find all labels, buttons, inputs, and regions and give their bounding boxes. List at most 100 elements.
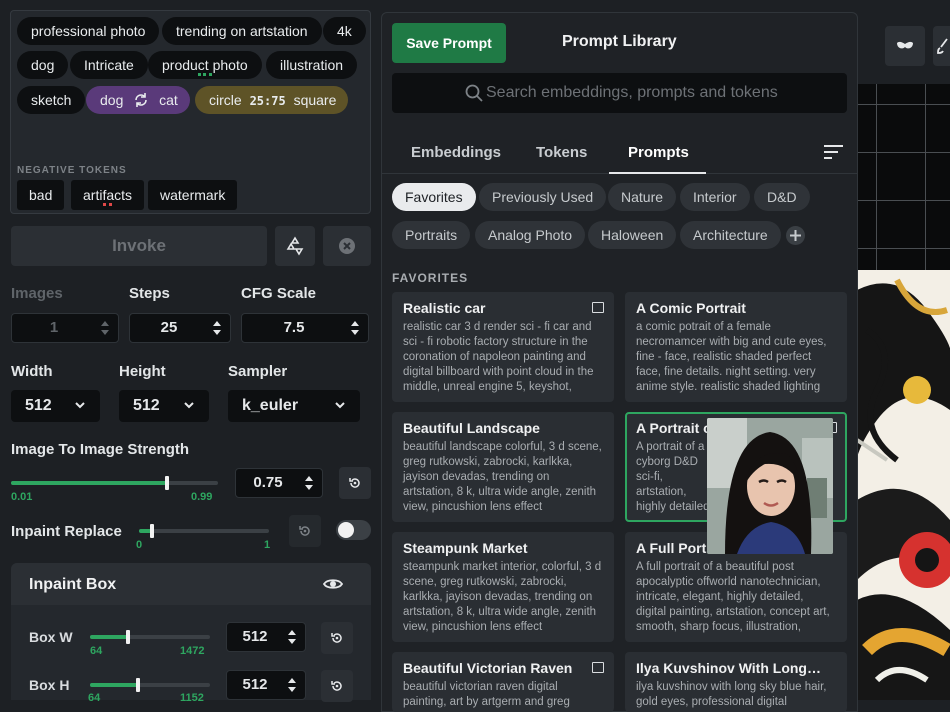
- save-prompt-button[interactable]: Save Prompt: [392, 23, 506, 63]
- inpaint-replace-track[interactable]: [139, 529, 269, 533]
- stepper-icon[interactable]: [212, 320, 222, 336]
- box-w-input[interactable]: 512: [226, 622, 306, 652]
- reset-icon: [299, 526, 310, 536]
- tab-tokens[interactable]: Tokens: [536, 144, 587, 161]
- canvas-toolbar-button[interactable]: [933, 26, 950, 66]
- sort-icon[interactable]: [824, 145, 843, 159]
- img2img-slider-fill: [11, 481, 167, 485]
- stepper-icon[interactable]: [350, 320, 360, 336]
- stepper-icon[interactable]: [287, 629, 297, 645]
- inpaint-replace-toggle[interactable]: [336, 520, 371, 540]
- swap-icon: [135, 93, 148, 107]
- add-filter-button[interactable]: [786, 226, 805, 245]
- height-select[interactable]: 512: [119, 390, 209, 422]
- inpaint-replace-min: 0: [136, 539, 143, 551]
- inpaint-replace-reset-button[interactable]: [289, 515, 321, 547]
- img2img-value: 0.75: [253, 474, 283, 491]
- card-description: realistic car 3 d render sci - fi car an…: [403, 321, 594, 393]
- images-label: Images: [11, 285, 63, 302]
- filter-chip[interactable]: Interior: [680, 183, 750, 211]
- prompt-card[interactable]: Realistic car realistic car 3 d render s…: [392, 292, 614, 402]
- card-description: A portrait of a cyborg D&D sci-fi, artst…: [636, 441, 710, 513]
- recycle-button[interactable]: [275, 226, 315, 266]
- cfg-input[interactable]: 7.5: [241, 313, 369, 343]
- card-description: ilya kuvshinov with long sky blue hair, …: [636, 681, 827, 708]
- box-h-value: 512: [242, 676, 268, 693]
- box-h-thumb[interactable]: [136, 678, 140, 692]
- prompt-card[interactable]: Beautiful Victorian Raven beautiful vict…: [392, 652, 614, 712]
- inpaint-replace-max: 1: [264, 539, 271, 551]
- img2img-slider-thumb[interactable]: [165, 476, 169, 490]
- filter-chip[interactable]: Architecture: [680, 221, 781, 249]
- search-placeholder: Search embeddings, prompts and tokens: [486, 84, 778, 101]
- filter-chip[interactable]: D&D: [754, 183, 810, 211]
- token-chip[interactable]: professional photo: [17, 17, 160, 45]
- card-description: a comic potrait of a female necromamcer …: [636, 321, 827, 393]
- cfg-value: 7.5: [283, 319, 305, 336]
- steps-input[interactable]: 25: [129, 313, 231, 343]
- swap-token[interactable]: dog cat: [86, 86, 190, 114]
- box-h-reset-button[interactable]: [321, 670, 353, 702]
- token-chip[interactable]: dog: [17, 51, 69, 79]
- brush-icon: [937, 38, 948, 54]
- library-title: Prompt Library: [562, 33, 677, 50]
- card-title: Ilya Kuvshinov With Long…: [636, 660, 821, 676]
- prompt-card[interactable]: Steampunk Market steampunk market interi…: [392, 532, 614, 642]
- cancel-button[interactable]: [323, 226, 371, 266]
- width-label: Width: [11, 363, 53, 380]
- token-chip[interactable]: Intricate: [70, 51, 148, 79]
- spell-underline: [103, 203, 112, 206]
- negative-token[interactable]: watermark: [148, 180, 238, 210]
- sampler-label: Sampler: [228, 363, 288, 380]
- blend-token[interactable]: circle 25:75 square: [195, 86, 348, 114]
- box-h-input[interactable]: 512: [226, 670, 306, 700]
- box-w-value: 512: [242, 628, 268, 645]
- blend-from: circle: [209, 92, 242, 108]
- card-title: A Comic Portrait: [636, 300, 746, 316]
- filter-chip[interactable]: Analog Photo: [475, 221, 586, 249]
- plus-icon: [790, 230, 801, 241]
- inpaint-replace-label: Inpaint Replace: [11, 523, 122, 540]
- sampler-select[interactable]: k_euler: [228, 390, 360, 422]
- prompt-card[interactable]: Ilya Kuvshinov With Long… ilya kuvshinov…: [625, 652, 847, 712]
- filter-chip[interactable]: Previously Used: [479, 183, 607, 211]
- box-w-reset-button[interactable]: [321, 622, 353, 654]
- prompt-card[interactable]: Beautiful Landscape beautiful landscape …: [392, 412, 614, 522]
- filter-chip[interactable]: Portraits: [392, 221, 471, 249]
- card-title: Steampunk Market: [403, 540, 528, 556]
- generated-image: [857, 270, 950, 700]
- filter-chip[interactable]: Nature: [608, 183, 677, 211]
- prompt-card[interactable]: A Comic Portrait a comic potrait of a fe…: [625, 292, 847, 402]
- token-chip[interactable]: sketch: [17, 86, 86, 114]
- card-description: A full portrait of a beautiful post apoc…: [636, 561, 830, 633]
- close-circle-icon: [339, 238, 355, 254]
- token-chip[interactable]: illustration: [266, 51, 358, 79]
- width-select[interactable]: 512: [11, 390, 100, 422]
- tab-embeddings[interactable]: Embeddings: [411, 144, 501, 161]
- images-value: 1: [49, 319, 59, 336]
- library-search-input[interactable]: Search embeddings, prompts and tokens: [392, 73, 847, 113]
- stepper-icon[interactable]: [100, 320, 110, 336]
- filter-favorites[interactable]: Favorites: [392, 183, 476, 211]
- canvas-grid[interactable]: [857, 84, 950, 270]
- canvas-toolbar-button[interactable]: [885, 26, 925, 66]
- recycle-icon: [286, 236, 304, 256]
- negative-tokens-heading: NEGATIVE TOKENS: [17, 165, 127, 176]
- negative-token[interactable]: bad: [17, 180, 65, 210]
- inpaint-replace-thumb[interactable]: [150, 524, 154, 538]
- token-chip[interactable]: trending on artstation: [162, 17, 322, 45]
- chevron-down-icon: [75, 402, 85, 409]
- filter-chip[interactable]: Haloween: [588, 221, 677, 249]
- box-w-thumb[interactable]: [126, 630, 130, 644]
- images-input[interactable]: 1: [11, 313, 119, 343]
- stepper-icon[interactable]: [287, 677, 297, 693]
- token-chip[interactable]: 4k: [323, 17, 366, 45]
- img2img-input[interactable]: 0.75: [235, 468, 323, 498]
- img2img-reset-button[interactable]: [339, 467, 371, 499]
- invoke-button[interactable]: Invoke: [11, 226, 267, 266]
- tab-prompts[interactable]: Prompts: [628, 144, 689, 161]
- steps-value: 25: [160, 319, 178, 336]
- eye-icon[interactable]: [323, 576, 343, 592]
- stepper-icon[interactable]: [304, 475, 314, 491]
- search-icon: [465, 84, 483, 102]
